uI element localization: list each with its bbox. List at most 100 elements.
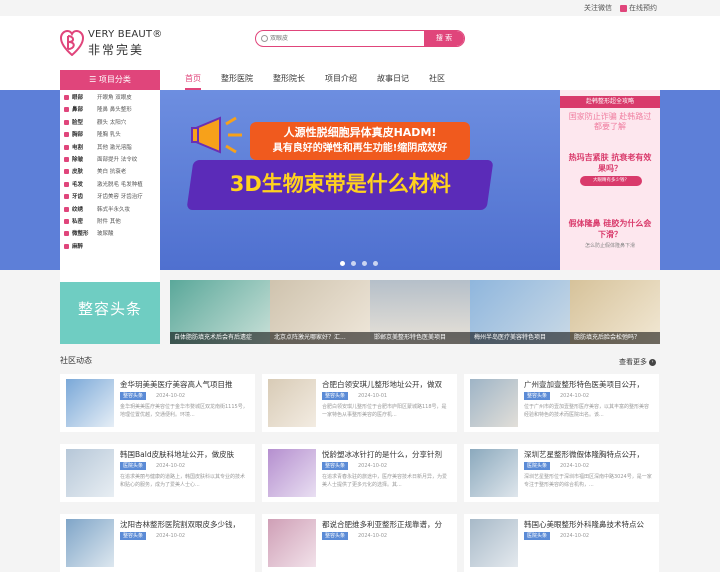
category-icon — [64, 95, 69, 100]
nav-directors[interactable]: 整形院长 — [273, 70, 305, 90]
card-image[interactable] — [66, 449, 114, 497]
category-subitems[interactable]: 美白 抗衰老 — [97, 166, 126, 178]
card-tag[interactable]: 整容头条 — [322, 392, 349, 400]
section-title: 社区动态 — [60, 356, 92, 365]
card-title[interactable]: 合肥白领安琪儿整形地址公开，做双 — [322, 379, 454, 390]
community-card[interactable]: 合肥白领安琪儿整形地址公开，做双 整容头条 2024-10-01 合肥白领安琪儿整形位… — [262, 374, 457, 432]
sidebar-category-row[interactable]: 纹绣 韩式半永久妆 — [60, 204, 160, 216]
card-image[interactable] — [470, 519, 518, 567]
right-promo-card[interactable]: 赴韩整形超全攻略 国家防止诈骗 赴韩路过 都要了解 热玛吉紧肤 抗衰老有效果吗？… — [560, 90, 660, 270]
card-title[interactable]: 广州壹加壹整形特色医美项目公开， — [524, 379, 656, 390]
sidebar-category-row[interactable]: 胸部 隆胸 乳头 — [60, 129, 160, 141]
thumb-card[interactable]: 整容头条 — [60, 280, 160, 344]
card-tag[interactable]: 整容头条 — [524, 392, 551, 400]
sidebar-category-row[interactable]: 微整形 玻尿酸 — [60, 228, 160, 240]
card-image[interactable] — [470, 379, 518, 427]
card-date: 2024-10-01 — [358, 393, 388, 399]
nav-diary[interactable]: 故事日记 — [377, 70, 409, 90]
community-card[interactable]: 韩国Bald皮肤科地址公开，做皮肤 医院头条 2024-10-02 在追求美丽与健康的… — [60, 444, 255, 502]
card-title[interactable]: 韩国心美眼整形外科隆鼻技术特点公 — [524, 519, 656, 530]
follow-wechat-link[interactable]: 关注微信 — [584, 3, 612, 13]
card-image[interactable] — [66, 519, 114, 567]
card-tag[interactable]: 医院头条 — [120, 462, 147, 470]
category-icon — [64, 119, 69, 125]
promo-question-2-sub: 怎么防止假体隆鼻下滑 — [584, 243, 635, 249]
thumb-card[interactable]: 北京点阵激光哪家好？汇... — [270, 280, 370, 344]
community-card[interactable]: 金华玥美美医疗美容高人气项目推 整容头条 2024-10-02 金华玥美美医疗美容位于… — [60, 374, 255, 432]
promo-question-1-button[interactable]: 大眼睛有多少钱？ — [580, 176, 642, 186]
nav-projects[interactable]: 项目介绍 — [325, 70, 357, 90]
card-title[interactable]: 沈阳杏林整形医院割双眼皮多少钱， — [120, 519, 252, 530]
category-name: 纹绣 — [72, 206, 84, 213]
sidebar-category-row[interactable]: 电割 其他 激光溶脂 — [60, 142, 160, 154]
card-tag[interactable]: 整容头条 — [120, 532, 147, 540]
sidebar-category-row[interactable]: 除皱 面部提升 法令纹 — [60, 154, 160, 166]
site-logo[interactable]: VERY BEAUT® 非常完美 — [60, 28, 170, 58]
banner-dot[interactable] — [340, 261, 345, 266]
category-subitems[interactable]: 隆鼻 鼻头整形 — [97, 104, 132, 116]
category-subitems[interactable]: 开眼角 双眼皮 — [97, 92, 132, 104]
view-more-link[interactable]: 查看更多 › — [619, 357, 656, 367]
banner-dot[interactable] — [351, 261, 356, 266]
sidebar-category-row[interactable]: 皮肤 美白 抗衰老 — [60, 166, 160, 178]
category-subitems[interactable]: 面部提升 法令纹 — [97, 154, 137, 166]
category-name: 电割 — [72, 144, 84, 151]
community-card[interactable]: 广州壹加壹整形特色医美项目公开， 整容头条 2024-10-02 位于广州市的壹加壹整… — [464, 374, 659, 432]
banner-headline-box: 3D生物束带是什么材料 — [186, 160, 494, 210]
category-menu-button[interactable]: ☰ 项目分类 — [60, 70, 160, 90]
search-input[interactable] — [270, 32, 420, 45]
sidebar-category-row[interactable]: 眼部 开眼角 双眼皮 — [60, 92, 160, 104]
community-card[interactable]: 沈阳杏林整形医院割双眼皮多少钱， 整容头条 2024-10-02 — [60, 514, 255, 572]
category-subitems[interactable]: 韩式半永久妆 — [97, 204, 130, 216]
category-subitems[interactable]: 激光脱毛 毛发种植 — [97, 179, 143, 191]
banner-dot[interactable] — [362, 261, 367, 266]
community-card[interactable]: 都说合肥维多利亚整形正规靠谱，分 整容头条 2024-10-02 — [262, 514, 457, 572]
nav-home[interactable]: 首页 — [185, 70, 201, 90]
thumb-card[interactable]: 脂肪填充后脸会松弛吗？ — [570, 280, 660, 344]
card-title[interactable]: 都说合肥维多利亚整形正规靠谱，分 — [322, 519, 454, 530]
sidebar-category-row[interactable]: 私密 附件 其他 — [60, 216, 160, 228]
card-image[interactable] — [268, 519, 316, 567]
sidebar-category-row[interactable]: 麻醉 — [60, 241, 160, 253]
online-booking-link[interactable]: 在线预约 — [620, 3, 657, 13]
card-image[interactable] — [66, 379, 114, 427]
community-card[interactable]: 韩国心美眼整形外科隆鼻技术特点公 医院头条 2024-10-02 — [464, 514, 659, 572]
card-tag[interactable]: 整容头条 — [322, 462, 349, 470]
category-subitems[interactable]: 隆胸 乳头 — [97, 129, 121, 141]
card-title[interactable]: 深圳艺星整形微假体隆胸特点公开， — [524, 449, 656, 460]
category-name: 麻醉 — [72, 243, 84, 250]
card-tag[interactable]: 医院头条 — [524, 462, 551, 470]
card-image[interactable] — [268, 449, 316, 497]
sidebar-category-row[interactable]: 鼻部 隆鼻 鼻头整形 — [60, 104, 160, 116]
sidebar-category-row[interactable]: 脸型 颧头 太阳穴 — [60, 117, 160, 129]
card-title[interactable]: 悦龄塑冰冰针打的是什么，分享针剂 — [322, 449, 454, 460]
thumb-card[interactable]: 邯郸京美整形特色医美项目 — [370, 280, 470, 344]
thumb-card[interactable]: 梅州半岛医疗美容特色项目 — [470, 280, 570, 344]
card-tag[interactable]: 整容头条 — [322, 532, 349, 540]
thumb-caption: 整容头条 — [77, 300, 142, 318]
category-subitems[interactable]: 颧头 太阳穴 — [97, 117, 126, 129]
card-tag[interactable]: 整容头条 — [120, 392, 147, 400]
card-tag[interactable]: 医院头条 — [524, 532, 551, 540]
category-subitems[interactable]: 牙齿美容 牙齿治疗 — [97, 191, 143, 203]
community-card[interactable]: 深圳艺星整形微假体隆胸特点公开， 医院头条 2024-10-02 深圳艺星整形位于深圳… — [464, 444, 659, 502]
nav-community[interactable]: 社区 — [429, 70, 445, 90]
category-subitems[interactable]: 附件 其他 — [97, 216, 121, 228]
sidebar-category-row[interactable]: 毛发 激光脱毛 毛发种植 — [60, 179, 160, 191]
category-icon — [64, 219, 69, 224]
thumb-card[interactable]: 自体脂肪填充术后会有后遗症 — [170, 280, 270, 344]
category-subitems[interactable]: 玻尿酸 — [97, 228, 114, 240]
sidebar-category-row[interactable]: 牙齿 牙齿美容 牙齿治疗 — [60, 191, 160, 203]
banner-dot[interactable] — [373, 261, 378, 266]
card-date: 2024-10-02 — [560, 393, 590, 399]
card-image[interactable] — [470, 449, 518, 497]
card-title[interactable]: 金华玥美美医疗美容高人气项目推 — [120, 379, 252, 390]
community-card[interactable]: 悦龄塑冰冰针打的是什么，分享针剂 整容头条 2024-10-02 在追求青春永驻的旅途… — [262, 444, 457, 502]
megaphone-icon — [191, 116, 242, 154]
online-booking-label: 在线预约 — [629, 4, 657, 12]
category-subitems[interactable]: 其他 激光溶脂 — [97, 142, 132, 154]
card-title[interactable]: 韩国Bald皮肤科地址公开，做皮肤 — [120, 449, 252, 460]
nav-hospitals[interactable]: 整形医院 — [221, 70, 253, 90]
search-button[interactable]: 搜 索 — [424, 31, 464, 46]
card-image[interactable] — [268, 379, 316, 427]
